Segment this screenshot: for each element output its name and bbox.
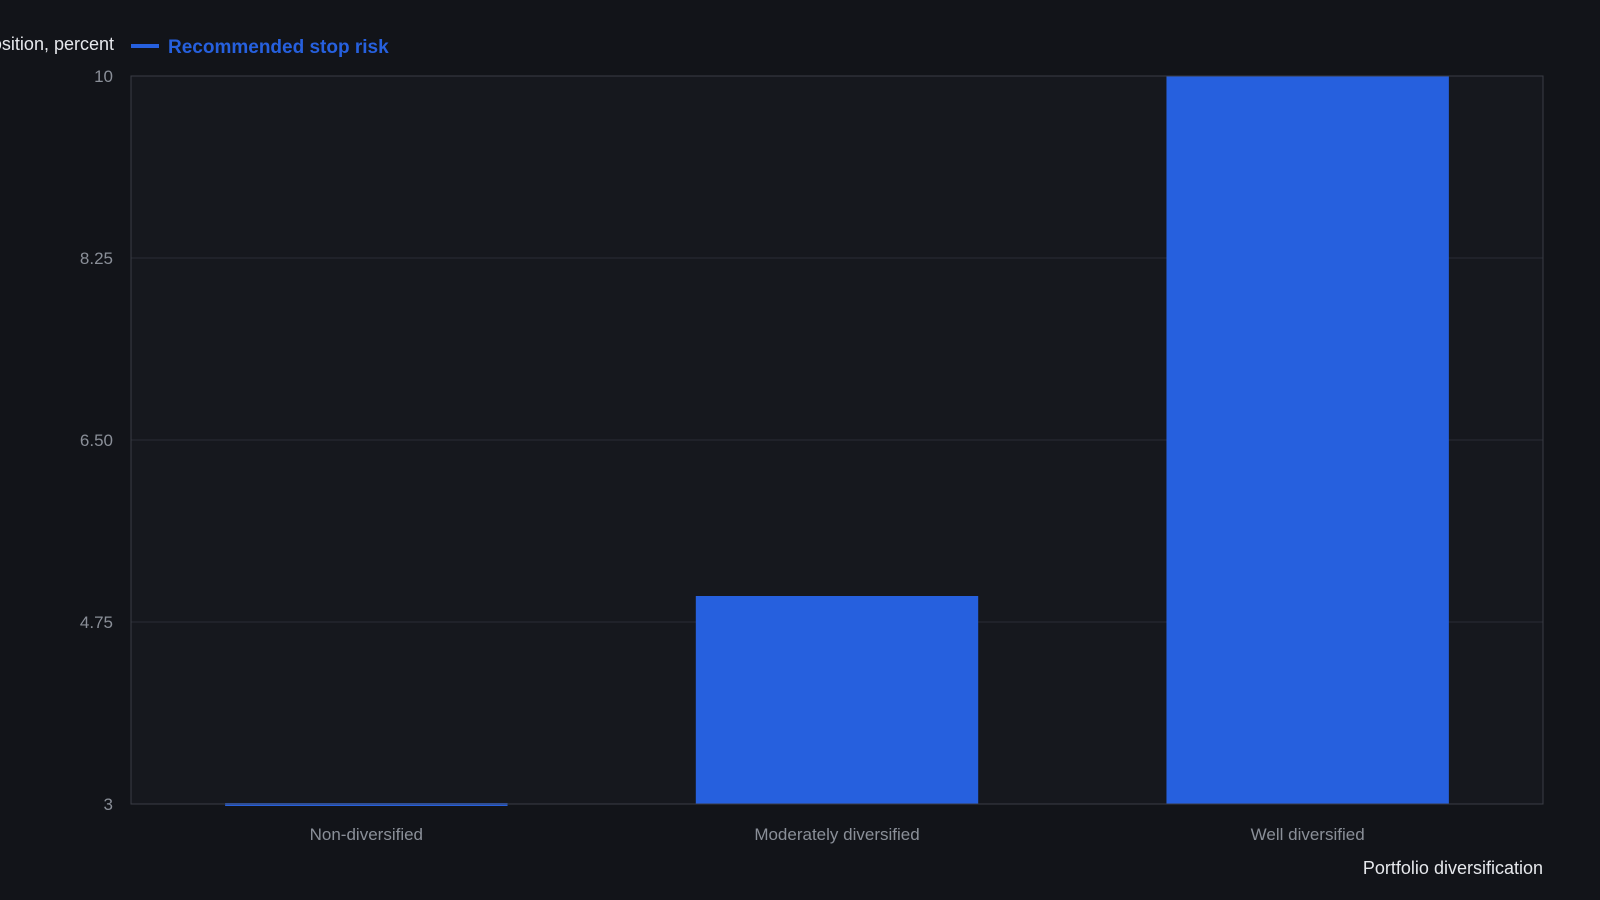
x-tick-label: Moderately diversified xyxy=(754,825,919,844)
y-tick-label: 3 xyxy=(104,795,113,814)
legend: Recommended stop risk xyxy=(131,37,389,58)
x-tick-labels: Non-diversified Moderately diversified Wel… xyxy=(310,825,1365,844)
legend-label: Recommended stop risk xyxy=(168,37,389,58)
x-axis-title: Portfolio diversification xyxy=(1363,858,1543,878)
chart-svg: 3 4.75 6.50 8.25 10 Non-diversified Moderatel… xyxy=(0,34,1544,878)
bar xyxy=(695,596,979,804)
x-tick-label: Non-diversified xyxy=(310,825,423,844)
y-axis-title: Stop risk per position, percent xyxy=(0,34,114,54)
x-tick-label: Well diversified xyxy=(1251,825,1365,844)
y-tick-label: 10 xyxy=(94,67,113,86)
y-tick-labels: 3 4.75 6.50 8.25 10 xyxy=(80,67,113,814)
y-tick-label: 4.75 xyxy=(80,613,113,632)
y-tick-label: 6.50 xyxy=(80,431,113,450)
y-tick-label: 8.25 xyxy=(80,249,113,268)
bar xyxy=(1166,76,1449,804)
